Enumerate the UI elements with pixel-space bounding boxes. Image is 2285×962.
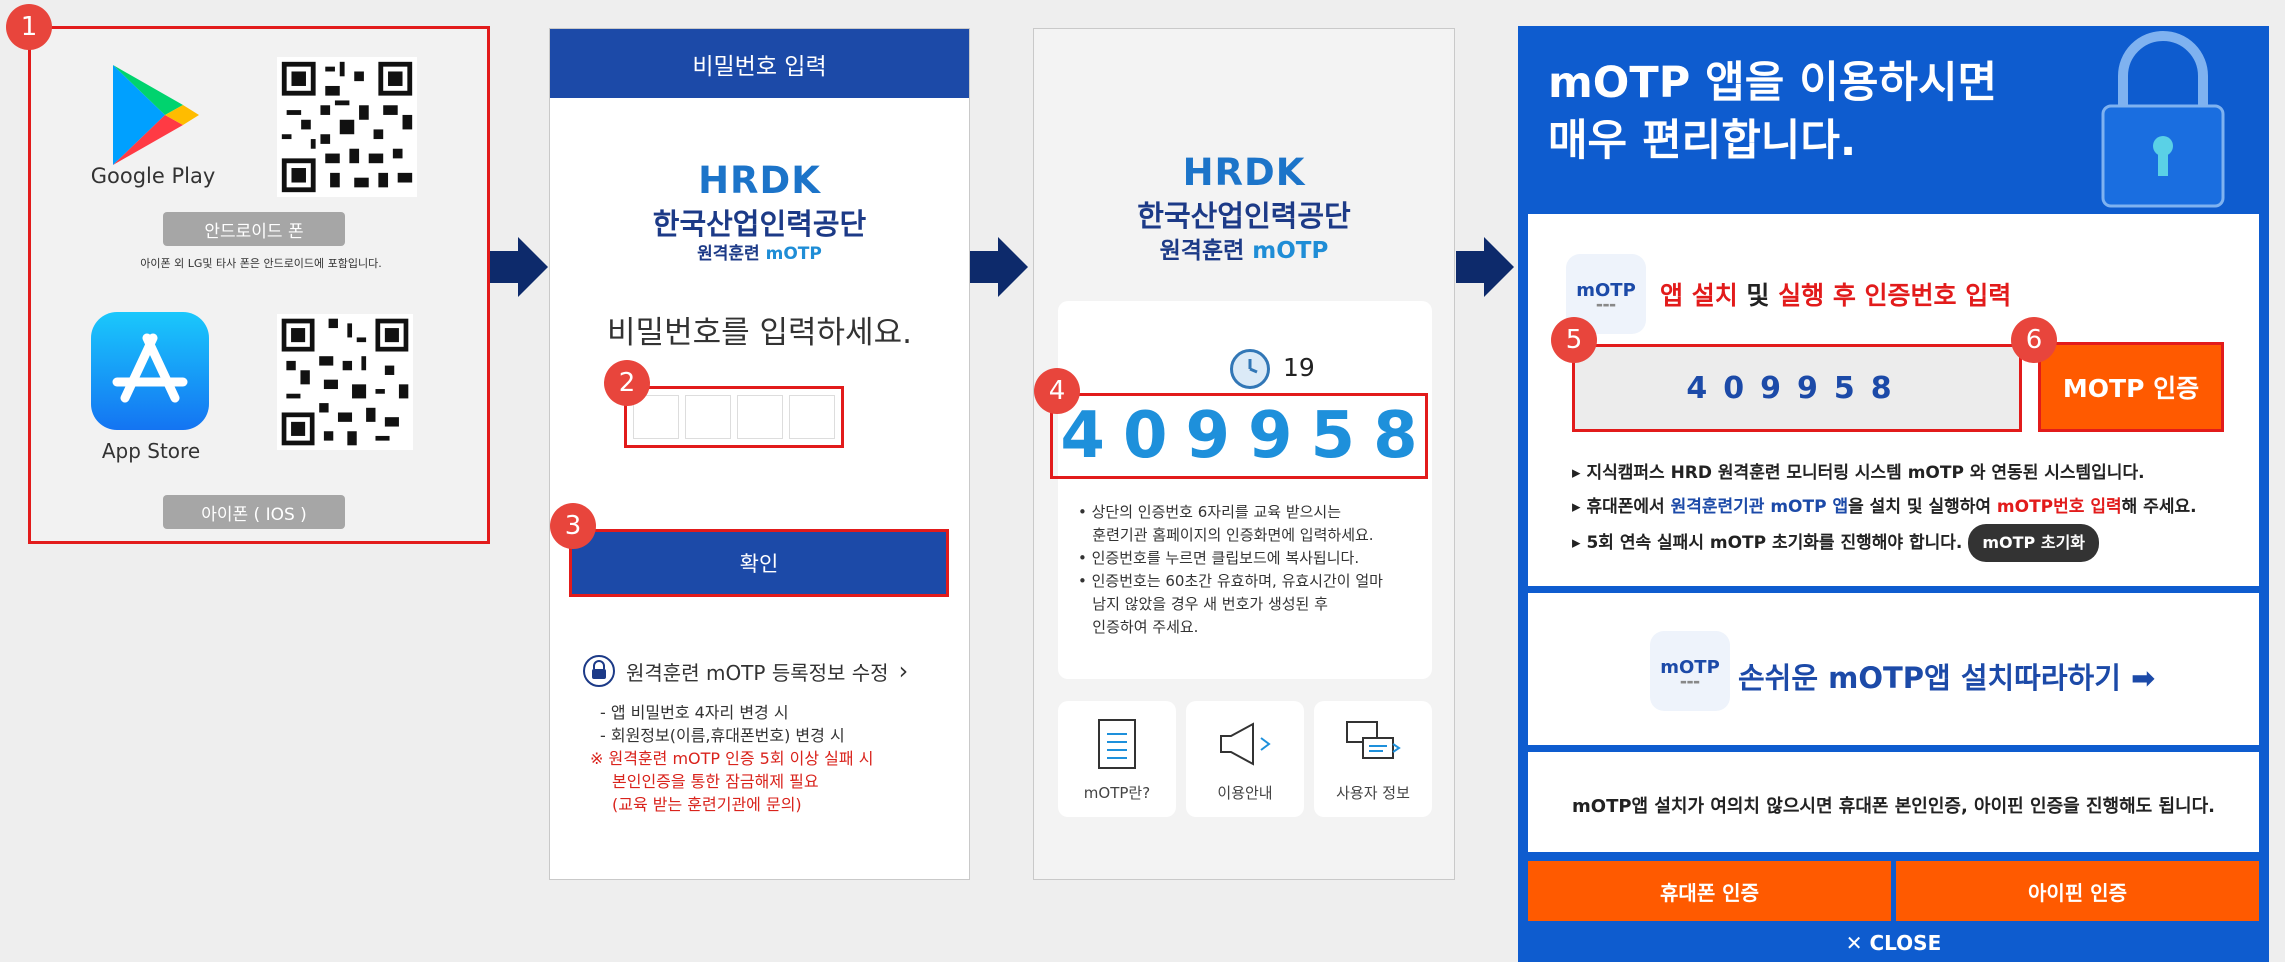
pin-cell[interactable] — [737, 395, 783, 439]
edit-link-label: 원격훈련 mOTP 등록정보 수정 — [626, 660, 889, 685]
step-badge: 1 — [6, 4, 52, 50]
note-line: • 인증번호를 누르면 클립보드에 복사됩니다. — [1078, 549, 1360, 567]
edit-registration-link[interactable]: 원격훈련 mOTP 등록정보 수정 › — [582, 651, 942, 691]
motp-app-icon: mOTP ▬▬▬ — [1650, 631, 1730, 711]
install-guide-link[interactable]: 손쉬운 mOTP앱 설치따라하기 ➡ — [1738, 655, 2155, 697]
app-download-panel: Google Play 안드로이드 폰 아이폰 외 LG및 타사 폰은 안드로이… — [28, 26, 490, 544]
alternative-note: mOTP앱 설치가 여의치 않으시면 휴대폰 본인인증, 아이핀 인증을 진행해… — [1572, 796, 2215, 817]
otp-card: 19 409958 • 상단의 인증번호 6자리를 교육 받으시는 훈련기관 홈… — [1050, 301, 1432, 679]
bullet-item: ▸ 휴대폰에서 원격훈련기관 mOTP 앱을 설치 및 실행하여 mOTP번호 … — [1572, 497, 2197, 517]
screen-header: 비밀번호 입력 — [550, 29, 969, 98]
google-play-logo-icon[interactable] — [103, 59, 203, 171]
otp-code[interactable]: 409958 — [1050, 393, 1428, 479]
note-line: • 상단의 인증번호 6자리를 교육 받으시는 — [1078, 503, 1342, 521]
warning-line: 본인인증을 통한 잠금해제 필요 — [612, 772, 819, 791]
title-line: mOTP 앱을 이용하시면 — [1548, 58, 1998, 108]
clock-icon — [1230, 349, 1270, 389]
lock-icon — [583, 655, 615, 687]
bullet-item: ▸ 지식캠퍼스 HRD 원격훈련 모니터링 시스템 mOTP 와 연동된 시스템… — [1572, 463, 2145, 483]
hrdk-logo: HRDK — [1182, 151, 1306, 194]
otp-instructions: • 상단의 인증번호 6자리를 교육 받으시는 훈련기관 홈페이지의 인증화면에… — [1078, 501, 1428, 639]
ios-phone-label: 아이폰 ( IOS ) — [163, 495, 345, 529]
app-store-logo-icon[interactable] — [91, 312, 209, 430]
android-note: 아이폰 외 LG및 타사 폰은 안드로이드에 포함입니다. — [140, 257, 382, 270]
tile-user-info[interactable]: 사용자 정보 — [1314, 701, 1432, 817]
otp-entry-section: mOTP ▬▬▬ 앱 설치 및 실행 후 인증번호 입력 409958 MOTP … — [1528, 214, 2259, 586]
note-line: 훈련기관 홈페이지의 인증화면에 입력하세요. — [1078, 526, 1374, 544]
note-line: 남지 않았을 경우 새 번호가 생성된 후 — [1078, 595, 1328, 613]
motp-auth-button[interactable]: MOTP 인증 — [2038, 342, 2224, 432]
step-badge: 5 — [1551, 317, 1597, 363]
close-button[interactable]: ✕ CLOSE — [1518, 931, 2269, 955]
ipin-auth-button[interactable]: 아이핀 인증 — [1896, 861, 2259, 921]
service-subtitle: 원격훈련 mOTP — [1159, 238, 1329, 264]
confirm-button[interactable]: 확인 — [569, 529, 949, 597]
password-prompt: 비밀번호를 입력하세요. — [607, 315, 912, 351]
step-badge: 4 — [1034, 368, 1080, 414]
android-qr-code[interactable] — [277, 57, 417, 197]
next-arrow-icon — [490, 237, 548, 297]
list-item: - 앱 비밀번호 4자리 변경 시 — [600, 703, 789, 722]
motp-auth-popup: mOTP 앱을 이용하시면 매우 편리합니다. mOTP ▬▬▬ 앱 설치 및 실… — [1518, 26, 2269, 962]
note-line: 인증하여 주세요. — [1078, 618, 1199, 636]
service-subtitle: 원격훈련 mOTP — [697, 244, 822, 264]
info-bullets: ▸ 지식캠퍼스 HRD 원격훈련 모니터링 시스템 mOTP 와 연동된 시스템… — [1572, 456, 2252, 562]
section-title: 앱 설치 및 실행 후 인증번호 입력 — [1660, 281, 2012, 310]
install-guide-section[interactable]: mOTP ▬▬▬ 손쉬운 mOTP앱 설치따라하기 ➡ — [1528, 593, 2259, 745]
chat-icon — [1346, 721, 1401, 759]
org-name: 한국산업인력공단 — [1137, 199, 1351, 233]
pin-cell[interactable] — [789, 395, 835, 439]
tile-label: mOTP란? — [1083, 784, 1151, 802]
otp-display-screen: HRDK 한국산업인력공단 원격훈련 mOTP 19 409958 • 상단의 … — [1033, 28, 1455, 880]
list-item: - 회원정보(이름,휴대폰번호) 변경 시 — [600, 726, 845, 745]
countdown-timer: 19 — [1283, 353, 1315, 382]
step-badge: 6 — [2011, 317, 2057, 363]
hrdk-logo: HRDK — [698, 159, 821, 202]
pin-cell[interactable] — [685, 395, 731, 439]
next-arrow-icon — [1456, 237, 1514, 297]
password-input[interactable] — [624, 386, 844, 448]
step-badge: 2 — [604, 360, 650, 406]
password-entry-screen: 비밀번호 입력 HRDK 한국산업인력공단 원격훈련 mOTP 비밀번호를 입력… — [549, 28, 970, 880]
document-icon — [1098, 719, 1136, 769]
edit-conditions: - 앱 비밀번호 4자리 변경 시 - 회원정보(이름,휴대폰번호) 변경 시 … — [590, 701, 960, 816]
phone-auth-button[interactable]: 휴대폰 인증 — [1528, 861, 1891, 921]
popup-title: mOTP 앱을 이용하시면 매우 편리합니다. — [1548, 54, 2048, 170]
warning-line: ※ 원격훈련 mOTP 인증 5회 이상 실패 시 — [590, 749, 874, 768]
tile-usage-guide[interactable]: 이용안내 — [1186, 701, 1304, 817]
step-badge: 3 — [550, 503, 596, 549]
google-play-label: Google Play — [90, 164, 216, 188]
note-line: • 인증번호는 60초간 유효하며, 유효시간이 얼마 — [1078, 572, 1383, 590]
org-name: 한국산업인력공단 — [652, 207, 867, 241]
motp-reset-button[interactable]: mOTP 초기화 — [1968, 524, 2100, 562]
padlock-icon — [2101, 31, 2225, 208]
title-line: 매우 편리합니다. — [1548, 116, 1857, 166]
ios-qr-code[interactable] — [277, 314, 413, 450]
tile-what-is-motp[interactable]: mOTP란? — [1058, 701, 1176, 817]
megaphone-icon — [1220, 722, 1271, 766]
android-phone-label: 안드로이드 폰 — [163, 212, 345, 246]
tile-label: 이용안내 — [1217, 784, 1273, 802]
app-store-label: App Store — [101, 439, 201, 463]
warning-line: (교육 받는 훈련기관에 문의) — [612, 795, 802, 814]
chevron-right-icon: › — [898, 657, 909, 685]
alternative-auth-section: mOTP앱 설치가 여의치 않으시면 휴대폰 본인인증, 아이핀 인증을 진행해… — [1528, 752, 2259, 852]
tile-label: 사용자 정보 — [1336, 784, 1410, 802]
next-arrow-icon — [970, 237, 1028, 297]
bullet-item: ▸ 5회 연속 실패시 mOTP 초기화를 진행해야 합니다. mOTP 초기화 — [1572, 524, 2252, 562]
otp-input[interactable]: 409958 — [1572, 344, 2022, 432]
